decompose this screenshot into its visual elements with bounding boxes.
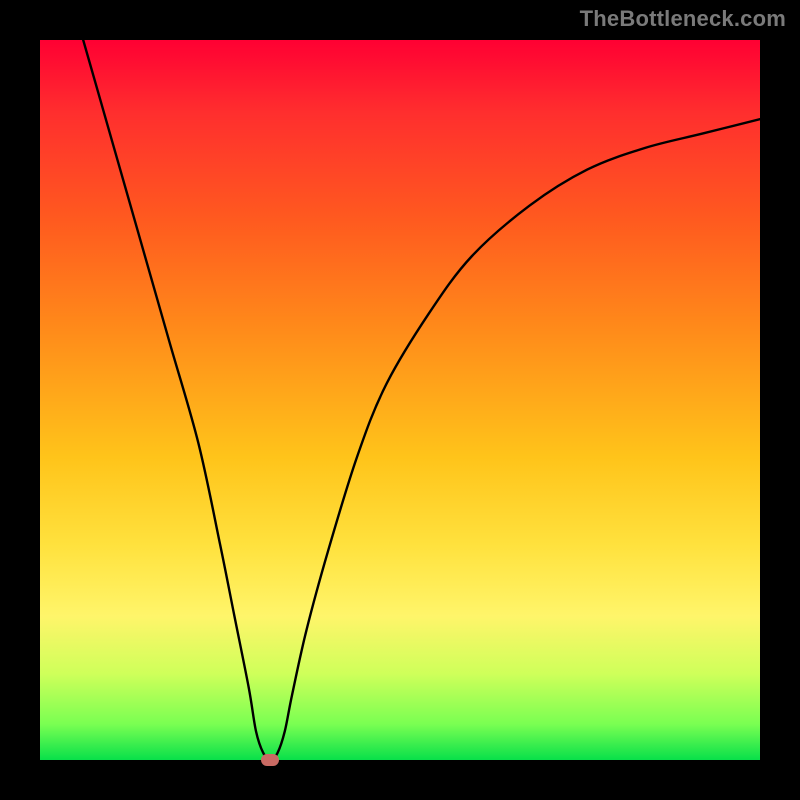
minimum-marker [261,754,279,766]
watermark-text: TheBottleneck.com [580,6,786,32]
bottleneck-curve [83,40,760,760]
chart-frame: TheBottleneck.com [0,0,800,800]
curve-svg [40,40,760,760]
plot-area [40,40,760,760]
